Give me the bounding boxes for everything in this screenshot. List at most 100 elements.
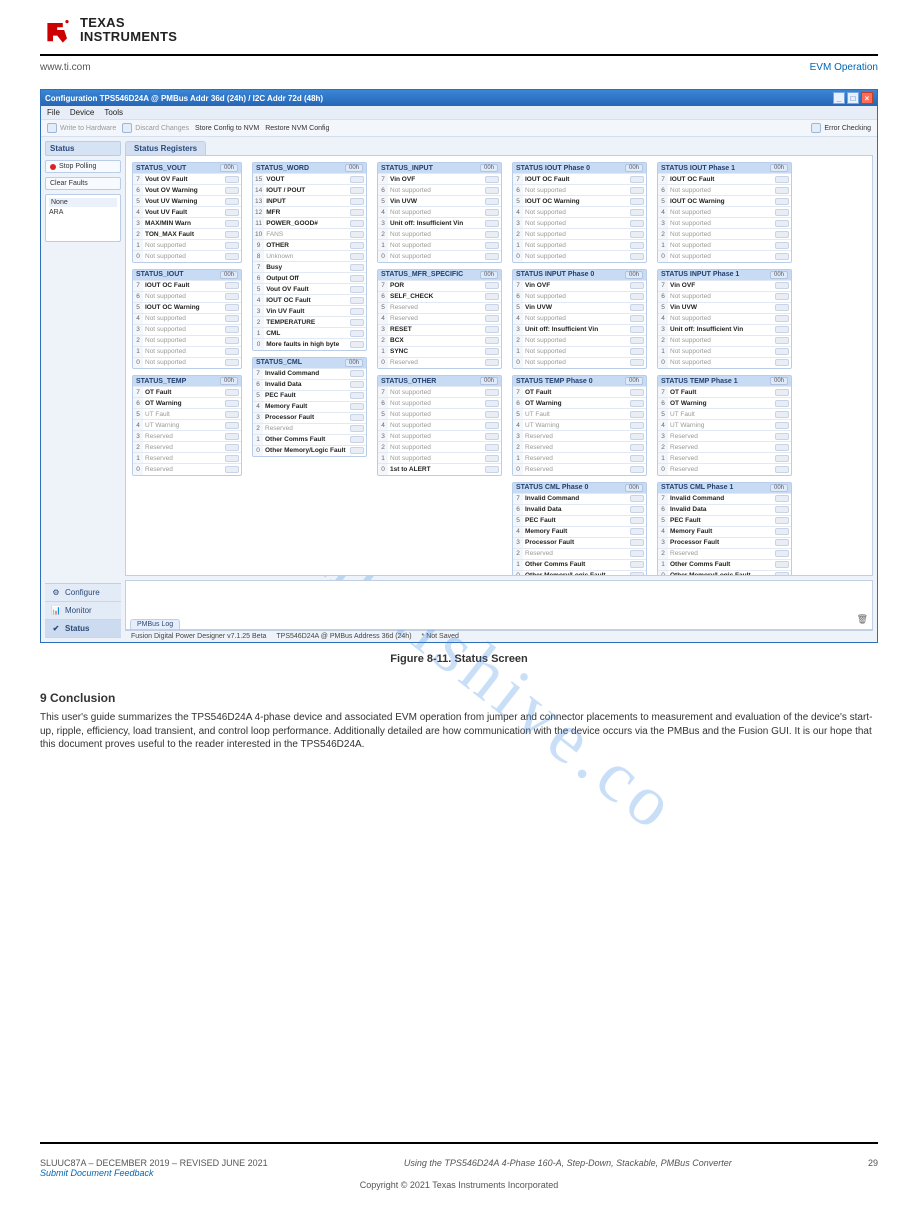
bit-chip — [775, 539, 789, 546]
bit-chip — [350, 275, 364, 282]
status-hex: 00h — [220, 164, 238, 172]
bit-chip — [630, 337, 644, 344]
bit-row: 7POR — [378, 280, 501, 291]
bit-chip — [630, 528, 644, 535]
bit-chip — [485, 209, 499, 216]
ti-logo-icon — [46, 16, 74, 44]
status-box-title: STATUS_CML — [256, 359, 302, 366]
bit-row: 6Output Off — [253, 273, 366, 284]
status-sidebar: Status Stop Polling Clear Faults None AR… — [41, 137, 125, 642]
bit-row: 5Vin UVW — [378, 196, 501, 207]
write-button[interactable]: Write to Hardware — [47, 123, 116, 133]
tab-status-registers[interactable]: Status Registers — [125, 141, 206, 155]
bit-row: 1Not supported — [133, 346, 241, 357]
bit-row: 5PEC Fault — [253, 390, 366, 401]
bit-chip — [485, 444, 499, 451]
bit-row: 4Memory Fault — [658, 526, 791, 537]
bit-row: 7Vin OVF — [658, 280, 791, 291]
bit-row: 1Not supported — [513, 240, 646, 251]
status-box: STATUS TEMP Phase 000h7OT Fault6OT Warni… — [512, 375, 647, 476]
bit-chip — [485, 176, 499, 183]
bit-chip — [485, 348, 499, 355]
bit-chip — [350, 425, 364, 432]
stop-polling-button[interactable]: Stop Polling — [45, 160, 121, 173]
bit-row: 4Memory Fault — [253, 401, 366, 412]
menu-tools[interactable]: Tools — [104, 108, 123, 117]
bit-chip — [225, 231, 239, 238]
status-box: STATUS CML Phase 000h7Invalid Command6In… — [512, 482, 647, 577]
bit-row: 2Reserved — [513, 548, 646, 559]
status-box-title: STATUS_OTHER — [381, 378, 436, 385]
status-hex: 00h — [345, 164, 363, 172]
bit-row: 7IOUT OC Fault — [133, 280, 241, 291]
bit-row: 0Reserved — [658, 464, 791, 475]
accordion-monitor[interactable]: 📊Monitor — [45, 602, 121, 620]
bit-chip — [225, 337, 239, 344]
bit-chip — [350, 253, 364, 260]
status-box-title: STATUS_WORD — [256, 165, 309, 172]
bit-chip — [350, 176, 364, 183]
status-hex: 00h — [770, 377, 788, 385]
feedback-link[interactable]: Submit Document Feedback — [40, 1168, 268, 1178]
bit-chip — [775, 517, 789, 524]
bit-row: 5Reserved — [378, 302, 501, 313]
store-button[interactable]: Store Config to NVM — [195, 125, 259, 132]
status-hex: 00h — [770, 484, 788, 492]
status-hex: 00h — [625, 164, 643, 172]
minimize-icon[interactable]: _ — [833, 92, 845, 104]
accordion-configure[interactable]: ⚙Configure — [45, 584, 121, 602]
bit-row: 11POWER_GOOD# — [253, 218, 366, 229]
menu-file[interactable]: File — [47, 108, 60, 117]
bit-row: 1Not supported — [378, 453, 501, 464]
maximize-icon[interactable]: □ — [847, 92, 859, 104]
ara-header: None — [49, 198, 117, 207]
bit-chip — [630, 220, 644, 227]
bit-chip — [630, 198, 644, 205]
error-checking-button[interactable]: Error Checking — [811, 123, 871, 133]
bit-row: 5Vout UV Warning — [133, 196, 241, 207]
bit-chip — [775, 359, 789, 366]
bit-chip — [630, 187, 644, 194]
discard-button[interactable]: Discard Changes — [122, 123, 189, 133]
bit-row: 2Not supported — [658, 229, 791, 240]
subheader: www.ti.com EVM Operation — [40, 60, 878, 81]
status-box-title: STATUS_VOUT — [136, 165, 186, 172]
clear-faults-button[interactable]: Clear Faults — [45, 177, 121, 190]
conclusion-text: This user's guide summarizes the TPS546D… — [40, 711, 878, 752]
bit-chip — [225, 466, 239, 473]
status-hex: 00h — [770, 271, 788, 279]
trash-icon[interactable]: 🗑 — [857, 614, 868, 625]
status-box-title: STATUS IOUT Phase 1 — [661, 165, 735, 172]
log-tab[interactable]: PMBus Log — [130, 619, 180, 629]
bit-row: 7Not supported — [378, 387, 501, 398]
workspace[interactable]: STATUS_VOUT00h7Vout OV Fault6Vout OV War… — [125, 156, 873, 576]
bit-row: 7Vin OVF — [513, 280, 646, 291]
bit-row: 7Invalid Command — [513, 493, 646, 504]
bit-chip — [630, 253, 644, 260]
bit-chip — [225, 209, 239, 216]
bit-chip — [350, 198, 364, 205]
bit-chip — [485, 242, 499, 249]
restore-button[interactable]: Restore NVM Config — [265, 125, 329, 132]
bit-chip — [485, 455, 499, 462]
menu-device[interactable]: Device — [70, 108, 94, 117]
status-box-title: STATUS INPUT Phase 0 — [516, 271, 594, 278]
bit-row: 4Not supported — [378, 207, 501, 218]
bit-chip — [485, 466, 499, 473]
close-icon[interactable]: × — [861, 92, 873, 104]
bit-row: 5Not supported — [378, 409, 501, 420]
footer-title: Using the TPS546D24A 4-Phase 160-A, Step… — [268, 1158, 868, 1178]
bit-chip — [225, 455, 239, 462]
accordion-status[interactable]: ✔Status — [45, 620, 121, 638]
bit-chip — [485, 293, 499, 300]
bit-row: 3Unit off: Insufficient Vin — [378, 218, 501, 229]
bit-row: 6Not supported — [513, 185, 646, 196]
status-hex: 00h — [770, 164, 788, 172]
status-hex: 00h — [480, 271, 498, 279]
status-box: STATUS INPUT Phase 000h7Vin OVF6Not supp… — [512, 269, 647, 370]
bit-row: 4Vout UV Fault — [133, 207, 241, 218]
bit-chip — [350, 414, 364, 421]
bit-row: 1Reserved — [133, 453, 241, 464]
bit-chip — [775, 400, 789, 407]
subheader-link[interactable]: www.ti.com — [40, 62, 810, 73]
